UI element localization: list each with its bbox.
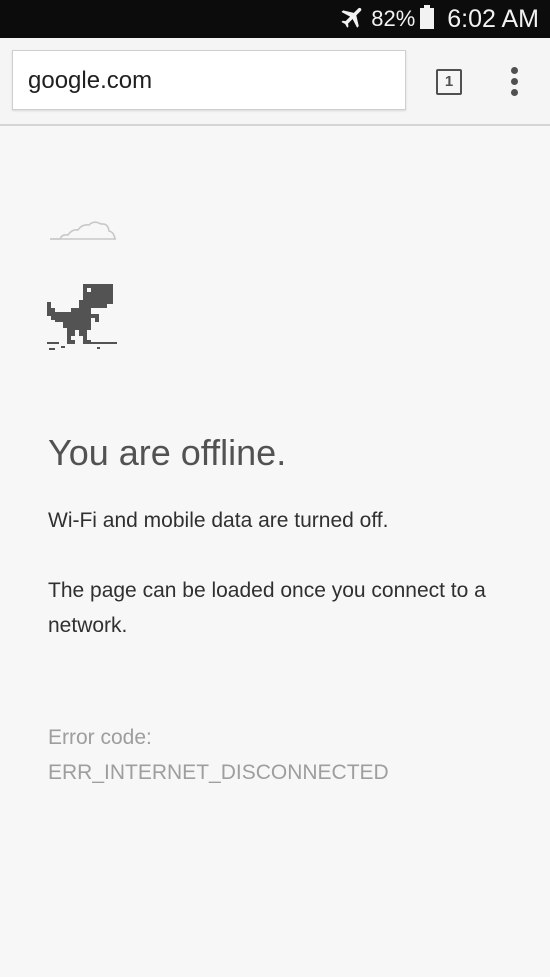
battery-icon [419, 4, 435, 35]
browser-toolbar: google.com 1 [0, 38, 550, 126]
error-message-secondary: The page can be loaded once you connect … [48, 579, 486, 637]
overflow-menu-icon[interactable] [500, 66, 530, 98]
error-code-label: Error code: [48, 726, 152, 749]
error-page: You are offline. Wi-Fi and mobile data a… [0, 126, 550, 977]
url-text: google.com [28, 67, 153, 94]
status-bar: 82% 6:02 AM [0, 0, 550, 38]
battery-percent: 82% [371, 6, 416, 31]
url-bar[interactable]: google.com [12, 50, 406, 110]
clock: 6:02 AM [447, 5, 539, 33]
tab-switcher-button[interactable]: 1 [436, 69, 462, 95]
cloud-icon [48, 218, 118, 249]
error-code: ERR_INTERNET_DISCONNECTED [48, 761, 389, 784]
error-title: You are offline. [48, 432, 287, 473]
status-indicators: 82% 6:02 AM [339, 0, 539, 38]
airplane-mode-icon [339, 3, 367, 36]
tab-count: 1 [444, 73, 454, 90]
error-message-primary: Wi-Fi and mobile data are turned off. [48, 509, 389, 532]
dinosaur-icon [47, 284, 119, 357]
